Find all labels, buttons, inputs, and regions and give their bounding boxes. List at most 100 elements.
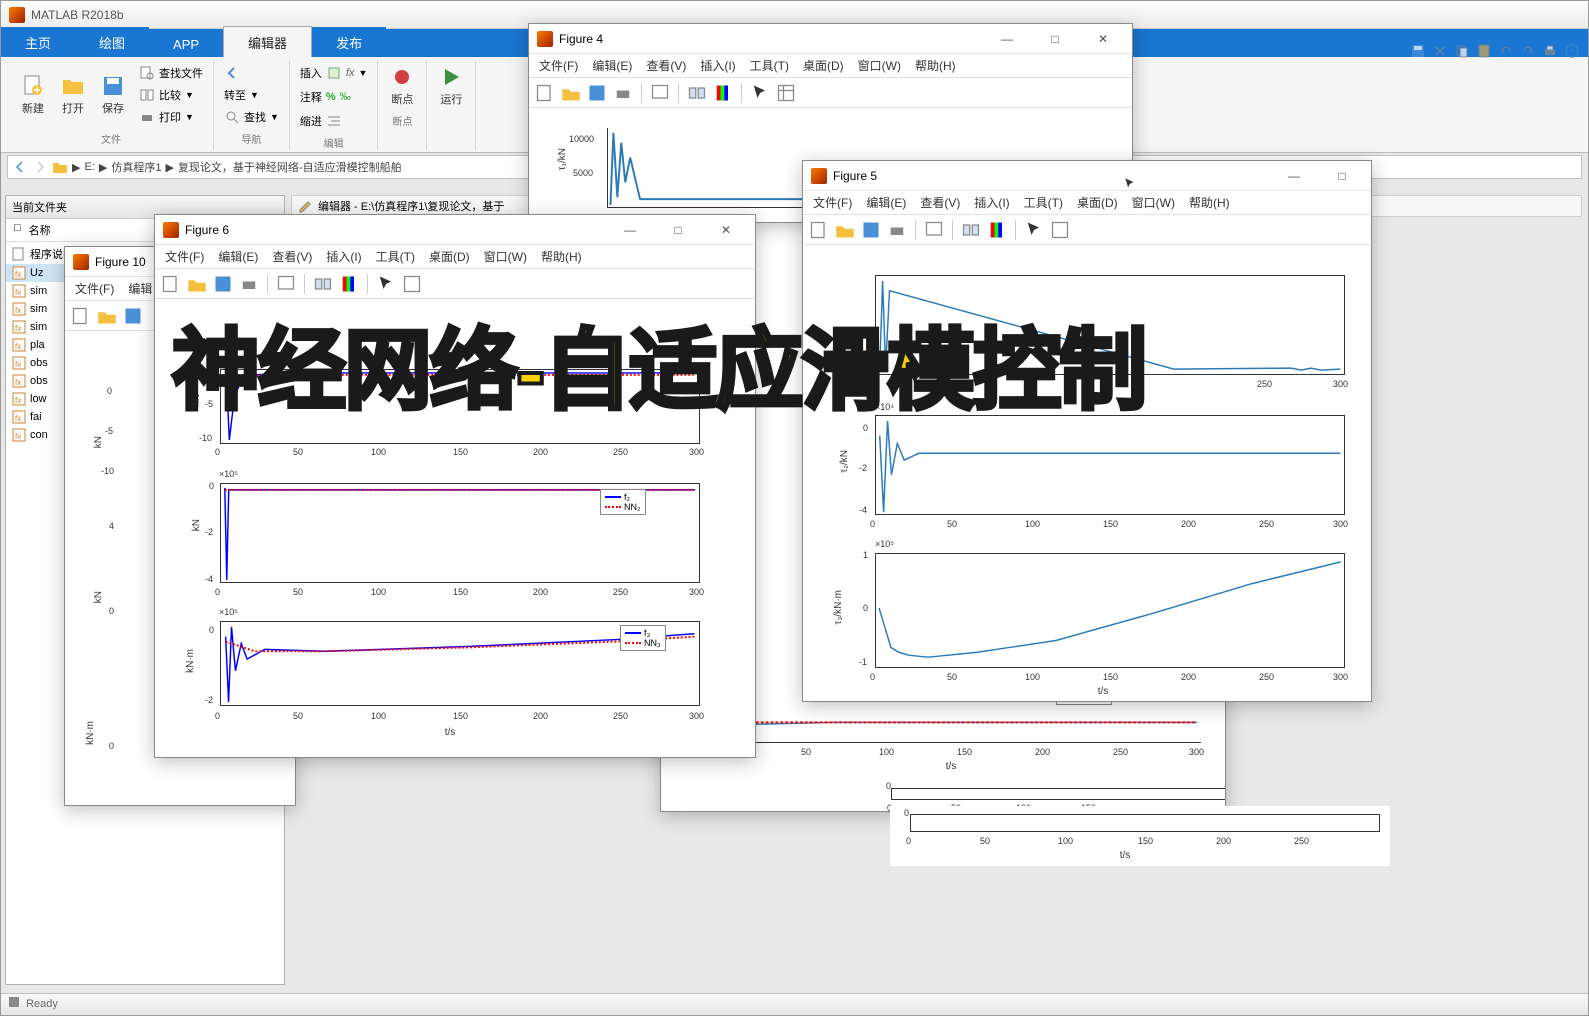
minimize-button[interactable]: — <box>609 216 651 244</box>
run-button[interactable]: 运行 <box>433 61 469 111</box>
copy-icon[interactable] <box>1454 43 1470 59</box>
save-icon <box>101 74 125 98</box>
maximize-button[interactable]: □ <box>1321 162 1363 190</box>
new-fig-icon[interactable] <box>535 83 555 103</box>
quick-access-toolbar: ? <box>1410 43 1580 59</box>
print-qat-icon[interactable] <box>1542 43 1558 59</box>
minimize-button[interactable]: — <box>986 25 1028 53</box>
app-title: MATLAB R2018b <box>31 8 124 22</box>
link-icon[interactable] <box>313 274 333 294</box>
colorbar-icon[interactable] <box>713 83 733 103</box>
open-folder-icon <box>61 74 85 98</box>
close-button[interactable]: ✕ <box>705 216 747 244</box>
section-file: 新建 打开 保存 查找文件 比较▼ 打印▼ 文件 <box>9 61 214 150</box>
goto-button[interactable]: 转至▼ <box>220 85 283 105</box>
maximize-button[interactable]: □ <box>657 216 699 244</box>
fig4-toolbar <box>529 78 1132 108</box>
status-bar: Ready <box>1 993 1588 1015</box>
compare-button[interactable]: 比较▼ <box>135 85 207 105</box>
find-button[interactable]: 查找▼ <box>220 107 283 127</box>
fig5-titlebar[interactable]: Figure 5 — □ <box>803 161 1371 191</box>
fig6-titlebar[interactable]: Figure 6 — □ ✕ <box>155 215 755 245</box>
pointer-icon[interactable] <box>750 83 770 103</box>
folder-icon <box>52 159 68 175</box>
svg-text:fx: fx <box>15 306 21 315</box>
matlab-figlogo-icon <box>537 31 553 47</box>
fig5-sub1 <box>875 275 1345 375</box>
open-fig-icon[interactable] <box>97 306 117 326</box>
save-fig-icon[interactable] <box>861 220 881 240</box>
prop-editor-icon[interactable] <box>776 83 796 103</box>
breakpoint-button[interactable]: 断点 <box>384 61 420 111</box>
pointer-icon[interactable] <box>376 274 396 294</box>
svg-text:fx: fx <box>15 270 21 279</box>
compare-icon <box>139 87 155 103</box>
section-edit: 插入 fx ▼ 注释 % ‰ 缩进 编辑 <box>290 61 378 150</box>
prop-editor-icon[interactable] <box>1050 220 1070 240</box>
nav-back-icon[interactable] <box>12 159 28 175</box>
nav-fwd-icon[interactable] <box>32 159 48 175</box>
prop-editor-icon[interactable] <box>402 274 422 294</box>
help-icon[interactable]: ? <box>1564 43 1580 59</box>
datatip-icon[interactable] <box>276 274 296 294</box>
link-icon[interactable] <box>687 83 707 103</box>
print-fig-icon[interactable] <box>239 274 259 294</box>
svg-text:fx: fx <box>15 432 21 441</box>
find-files-button[interactable]: 查找文件 <box>135 63 207 83</box>
print-button[interactable]: 打印▼ <box>135 107 207 127</box>
link-icon[interactable] <box>961 220 981 240</box>
close-button[interactable]: ✕ <box>1082 25 1124 53</box>
fig6-sub3-legend: f₃ NN₃ <box>620 625 666 651</box>
fig4-titlebar[interactable]: Figure 4 — □ ✕ <box>529 24 1132 54</box>
pointer-icon[interactable] <box>1024 220 1044 240</box>
open-fig-icon[interactable] <box>835 220 855 240</box>
save-fig-icon[interactable] <box>213 274 233 294</box>
tab-editor[interactable]: 编辑器 <box>223 26 312 57</box>
svg-text:fx: fx <box>15 360 21 369</box>
matlab-figlogo-icon <box>811 168 827 184</box>
fig5-sub2 <box>875 415 1345 515</box>
new-fig-icon[interactable] <box>809 220 829 240</box>
indent-button[interactable]: 缩进 <box>296 111 371 131</box>
new-fig-icon[interactable] <box>161 274 181 294</box>
tab-home[interactable]: 主页 <box>1 27 75 57</box>
undo-icon[interactable] <box>1498 43 1514 59</box>
print-fig-icon[interactable] <box>887 220 907 240</box>
run-icon <box>439 65 463 89</box>
tab-plots[interactable]: 绘图 <box>75 27 149 57</box>
colorbar-icon[interactable] <box>339 274 359 294</box>
comment-button[interactable]: 注释 % ‰ <box>296 87 371 107</box>
fig4-menu: 文件(F) 编辑(E) 查看(V) 插入(I) 工具(T) 桌面(D) 窗口(W… <box>529 54 1132 78</box>
new-button[interactable]: 新建 <box>15 70 51 120</box>
indent-icon <box>326 113 342 129</box>
tab-publish[interactable]: 发布 <box>312 27 386 57</box>
find-files-icon <box>139 65 155 81</box>
insert-button[interactable]: 插入 fx ▼ <box>296 63 371 83</box>
maximize-button[interactable]: □ <box>1034 25 1076 53</box>
save-button[interactable]: 保存 <box>95 70 131 120</box>
colorbar-icon[interactable] <box>987 220 1007 240</box>
datatip-icon[interactable] <box>650 83 670 103</box>
figure-5-window[interactable]: Figure 5 — □ 文件(F) 编辑(E) 查看(V) 插入(I) 工具(… <box>802 160 1372 702</box>
figure-6-window[interactable]: Figure 6 — □ ✕ 文件(F) 编辑(E) 查看(V) 插入(I) 工… <box>154 214 756 758</box>
paste-icon[interactable] <box>1476 43 1492 59</box>
new-fig-icon[interactable] <box>71 306 91 326</box>
save-fig-icon[interactable] <box>123 306 143 326</box>
goback-button[interactable] <box>220 63 283 83</box>
breakpoint-icon <box>390 65 414 89</box>
save-fig-icon[interactable] <box>587 83 607 103</box>
cut-icon[interactable] <box>1432 43 1448 59</box>
bg-chart-partial: 0 0 50 100 150 200 250 t/s <box>890 806 1390 866</box>
tab-apps[interactable]: APP <box>149 31 223 57</box>
open-fig-icon[interactable] <box>187 274 207 294</box>
save-qat-icon[interactable] <box>1410 43 1426 59</box>
open-fig-icon[interactable] <box>561 83 581 103</box>
search-icon <box>224 109 240 125</box>
print-fig-icon[interactable] <box>613 83 633 103</box>
datatip-icon[interactable] <box>924 220 944 240</box>
svg-text:fx: fx <box>15 288 21 297</box>
open-button[interactable]: 打开 <box>55 70 91 120</box>
redo-icon[interactable] <box>1520 43 1536 59</box>
fig5-toolbar <box>803 215 1371 245</box>
minimize-button[interactable]: — <box>1273 162 1315 190</box>
